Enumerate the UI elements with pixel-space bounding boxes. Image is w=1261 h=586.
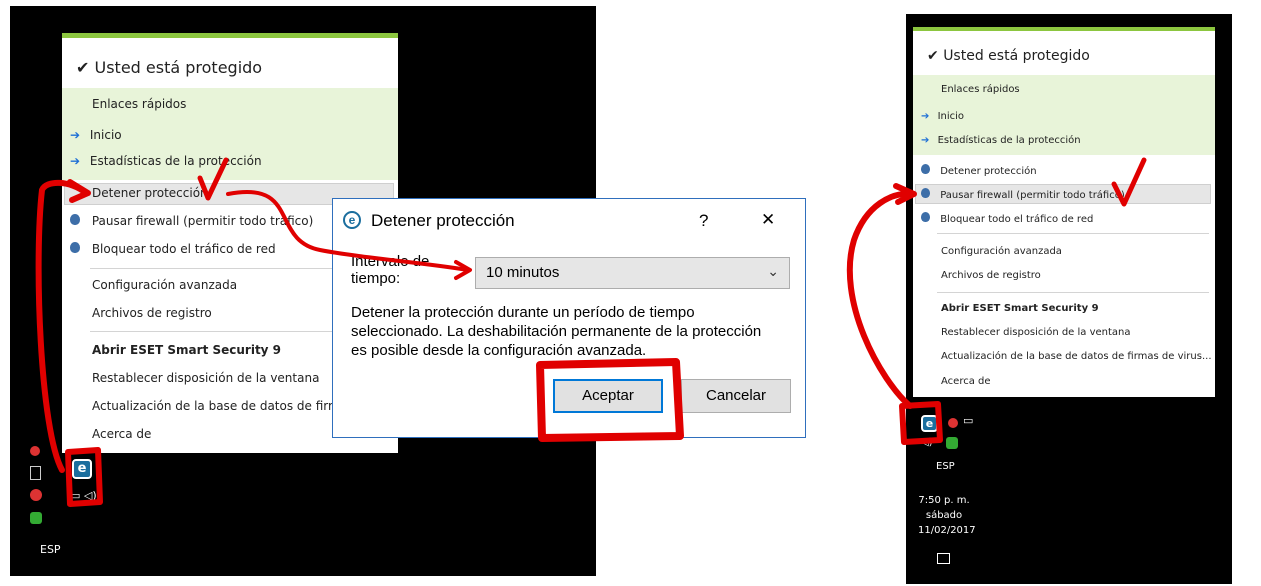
annotation-check-mark-right <box>1111 157 1147 207</box>
annotation-tray-box <box>65 447 103 507</box>
annotation-check-mark <box>197 157 229 201</box>
annotation-loop-arrow-right <box>846 190 915 409</box>
annotation-accept-box <box>536 358 684 442</box>
annotation-loop-arrow <box>35 179 89 473</box>
annotation-curved-arrow <box>226 190 470 272</box>
red-annotations <box>35 157 1147 507</box>
annotation-arrow-head <box>67 179 91 203</box>
annotation-tray-box-right <box>899 401 943 445</box>
